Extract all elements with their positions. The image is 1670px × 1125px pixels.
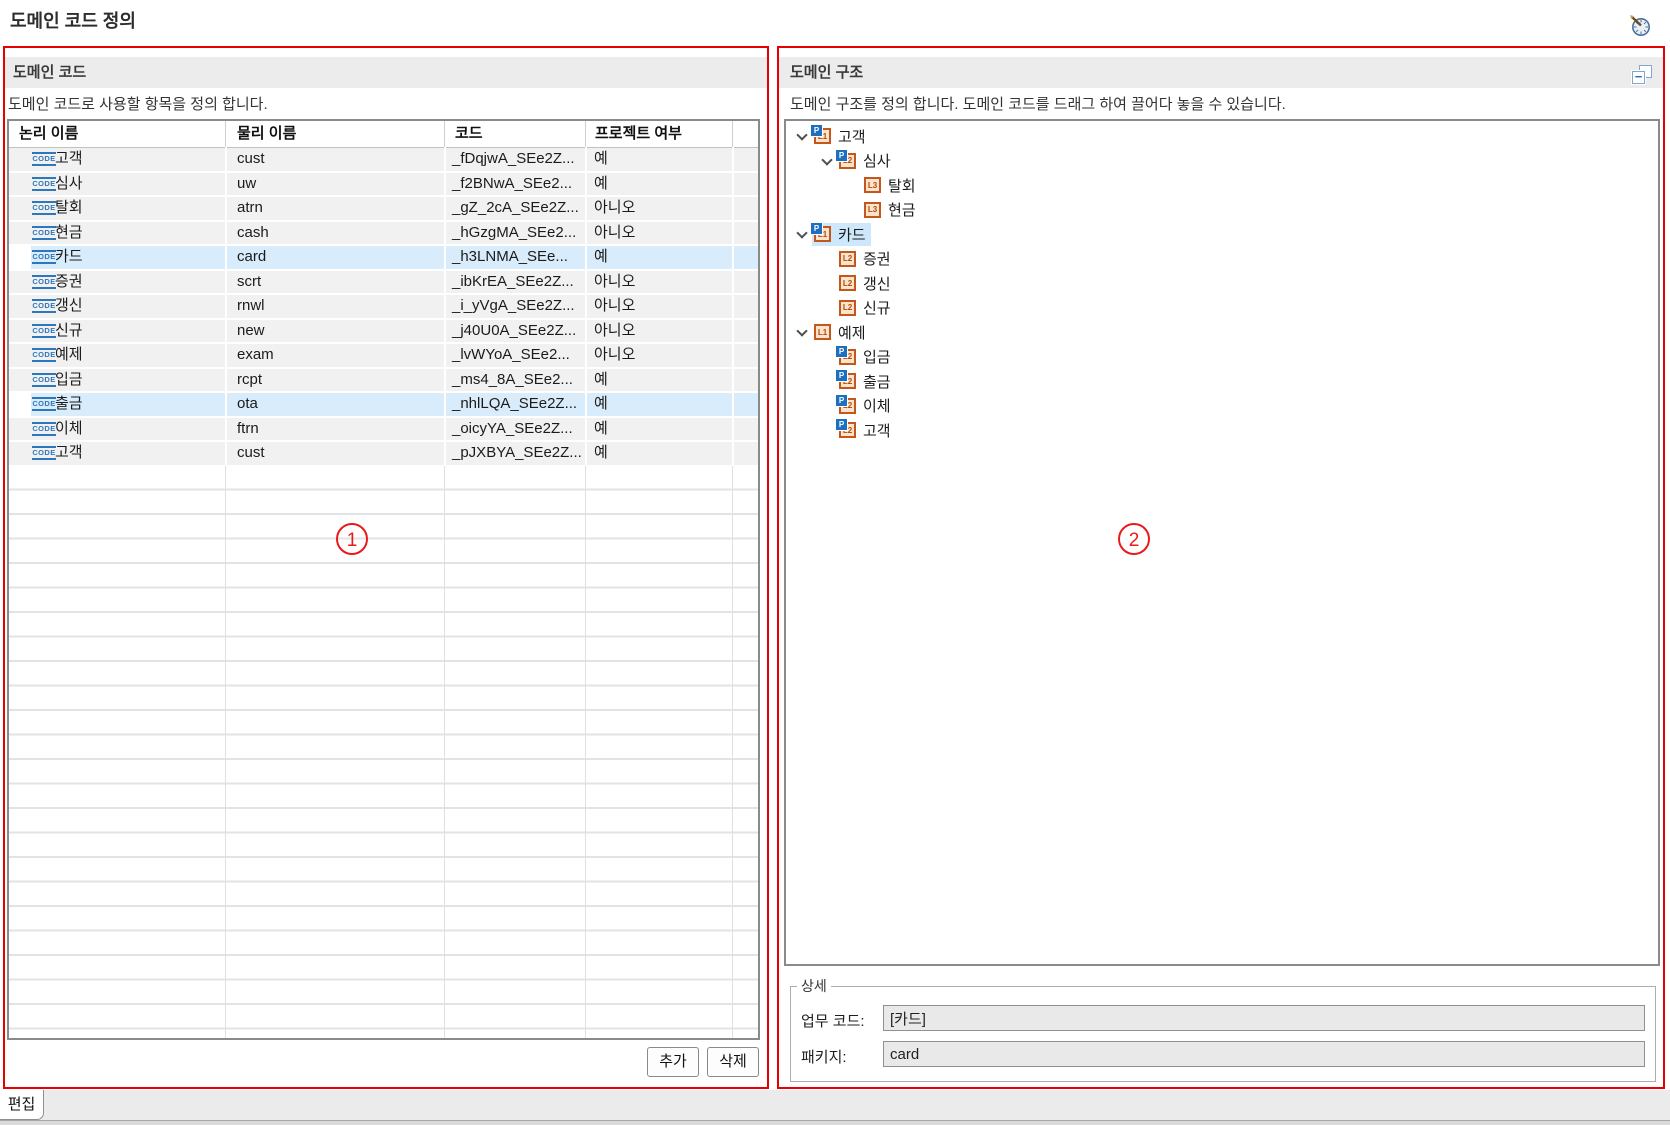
page-title: 도메인 코드 정의 [10, 7, 136, 33]
annotation-number-2: 2 [1118, 523, 1150, 555]
tab-edit[interactable]: 편집 [0, 1090, 44, 1120]
annotation-box-1 [3, 46, 769, 1089]
annotation-number-1: 1 [336, 523, 368, 555]
bottom-tab-strip [0, 1090, 1670, 1121]
domain-code-editor: 도메인 코드 정의 도메인 코드 도메인 코드로 사용할 항목을 정의 합니다.… [0, 0, 1670, 1125]
window-bottom-edge [0, 1121, 1670, 1125]
editor-clock-pencil-icon [1628, 13, 1652, 37]
annotation-box-2 [777, 46, 1665, 1089]
